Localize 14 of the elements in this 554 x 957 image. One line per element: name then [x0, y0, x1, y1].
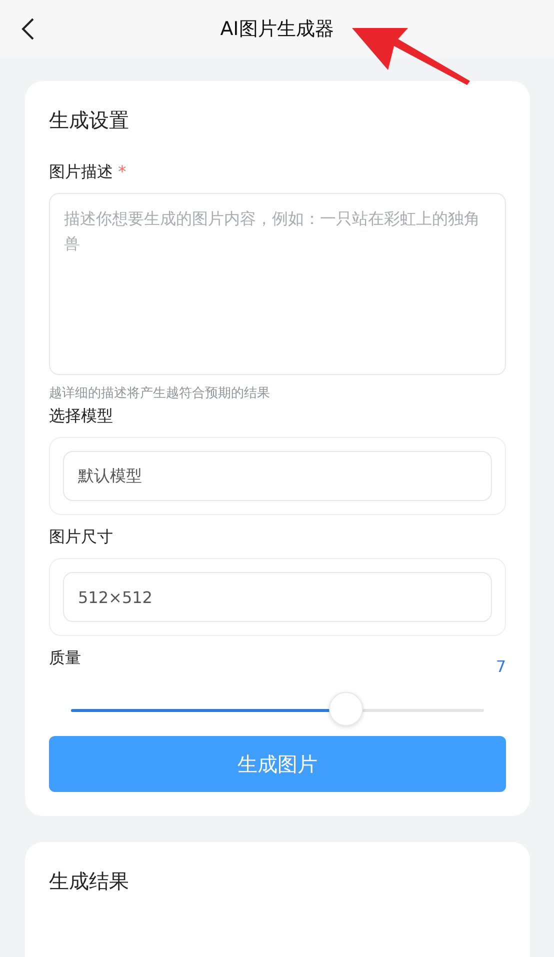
field-label: 图片描述 * [49, 162, 128, 183]
page-title: AI图片生成器 [220, 17, 334, 42]
field-label: 质量 [49, 648, 81, 669]
back-icon [21, 17, 35, 41]
model-select[interactable]: 默认模型 [63, 451, 492, 501]
field-label: 选择模型 [49, 406, 114, 427]
quality-value: 7 [496, 657, 506, 676]
card-title: 生成结果 [49, 868, 130, 895]
card-title: 生成设置 [49, 107, 130, 134]
hint-text: 越详细的描述将产生越符合预期的结果 [49, 385, 271, 402]
size-select[interactable]: 512×512 [63, 572, 492, 622]
description-field[interactable]: 描述你想要生成的图片内容，例如：一只站在彩虹上的独角兽 [49, 193, 506, 375]
field-label: 图片尺寸 [49, 527, 114, 548]
slider-thumb[interactable] [328, 692, 363, 726]
